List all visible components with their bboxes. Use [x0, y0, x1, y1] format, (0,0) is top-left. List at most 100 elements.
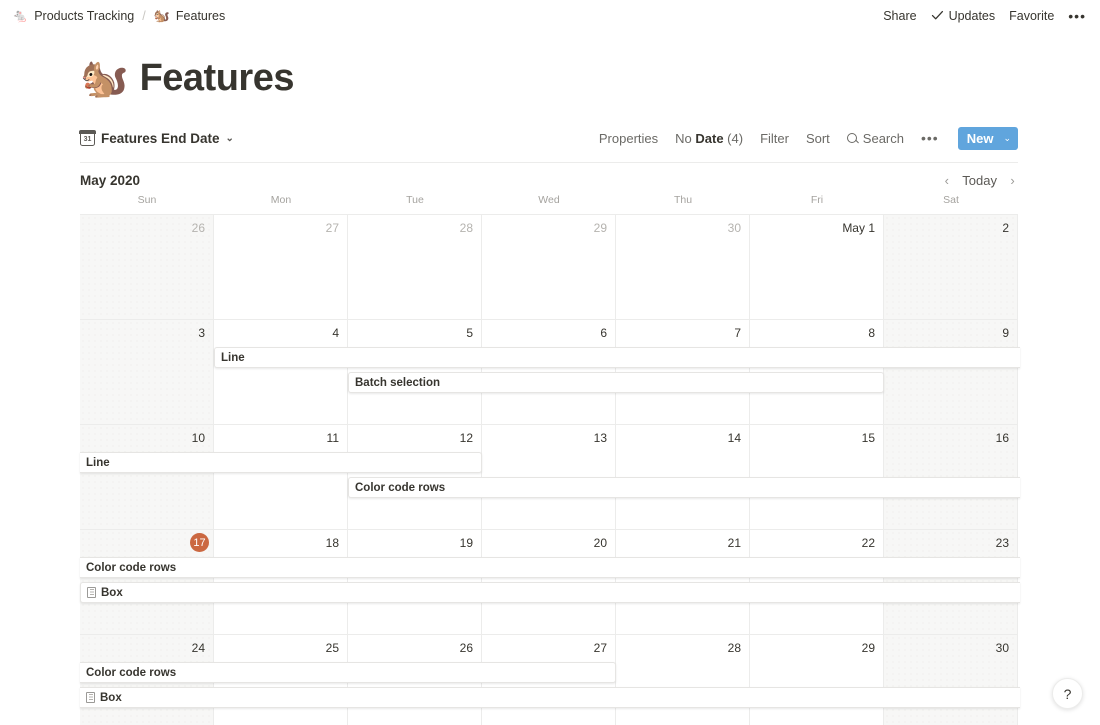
page-header: 🐿️ Features — [0, 31, 1100, 100]
calendar-event-title: Box — [100, 691, 122, 704]
search-label: Search — [862, 130, 904, 146]
calendar-icon: 31 — [79, 129, 96, 146]
day-number: 22 — [861, 536, 875, 550]
breadcrumb-label-products-tracking: Products Tracking — [34, 8, 135, 23]
check-icon — [931, 9, 944, 22]
calendar-day-cell[interactable]: 4 — [214, 320, 348, 424]
calendar: May 2020 ‹ Today › Sun Mon Tue Wed Thu Fri Sat… — [0, 162, 1100, 725]
day-of-week-sat: Sat — [943, 194, 959, 206]
calendar-event[interactable]: Color code rows — [80, 557, 1020, 578]
calendar-day-cell[interactable]: May 1 — [750, 215, 884, 319]
more-options-icon[interactable]: ••• — [1068, 9, 1086, 23]
calendar-event[interactable]: Box — [80, 687, 1020, 708]
calendar-event-title: Color code rows — [86, 666, 177, 679]
prev-month-button[interactable]: ‹ — [941, 173, 952, 188]
calendar-day-cell[interactable]: 3 — [80, 320, 214, 424]
calendar-event[interactable]: Color code rows — [80, 662, 616, 683]
chipmunk-icon: 🐿️ — [153, 8, 170, 23]
day-number: 29 — [861, 641, 875, 655]
search-button[interactable]: Search — [846, 130, 904, 146]
calendar-day-cell[interactable]: 9 — [884, 320, 1018, 424]
calendar-event-title: Box — [101, 586, 123, 599]
breadcrumb: 🐁 Products Tracking / 🐿️ Features — [12, 9, 225, 23]
new-button-label: New — [966, 130, 994, 146]
calendar-event[interactable]: Box — [80, 582, 1020, 603]
day-number: 28 — [459, 221, 473, 235]
day-number: 7 — [734, 326, 741, 340]
calendar-event[interactable]: Line — [214, 347, 1020, 368]
day-number: 23 — [995, 536, 1009, 550]
filter-button[interactable]: Filter — [760, 131, 789, 146]
day-number: 8 — [868, 326, 875, 340]
day-number: 13 — [593, 431, 607, 445]
breadcrumb-item-features[interactable]: 🐿️ Features — [154, 9, 226, 23]
share-label: Share — [883, 8, 917, 23]
calendar-day-cell[interactable]: 26 — [80, 215, 214, 319]
calendar-day-cell[interactable]: 27 — [214, 215, 348, 319]
chevron-down-icon: ⌄ — [225, 132, 234, 144]
updates-button[interactable]: Updates — [931, 8, 996, 23]
calendar-event-title: Line — [221, 351, 245, 364]
day-number: 9 — [1002, 326, 1009, 340]
view-tab-features-end-date[interactable]: 31 Features End Date ⌄ — [79, 129, 234, 146]
share-button[interactable]: Share — [883, 9, 916, 23]
today-button[interactable]: Today — [962, 173, 997, 188]
calendar-day-cell[interactable]: 30 — [884, 635, 1018, 725]
page-title[interactable]: Features — [140, 57, 295, 100]
no-date-count: (4) — [723, 130, 744, 146]
day-number: 15 — [861, 431, 875, 445]
page-icon-chipmunk-icon[interactable]: 🐿️ — [80, 59, 129, 98]
day-number: 26 — [191, 221, 205, 235]
calendar-event-title: Line — [86, 456, 110, 469]
day-number: 5 — [466, 326, 473, 340]
day-number: 11 — [326, 431, 339, 445]
day-number: 21 — [727, 536, 741, 550]
chevron-down-icon: ⌄ — [1003, 132, 1011, 143]
day-of-week-tue: Tue — [406, 194, 424, 206]
day-number: 28 — [727, 641, 741, 655]
no-date-button[interactable]: No Date (4) — [675, 131, 743, 146]
calendar-day-cell[interactable]: 10 — [80, 425, 214, 529]
calendar-day-cell[interactable]: 29 — [750, 635, 884, 725]
calendar-event[interactable]: Line — [80, 452, 482, 473]
no-date-bold: Date — [695, 130, 724, 146]
sort-button[interactable]: Sort — [806, 131, 830, 146]
calendar-day-cell[interactable]: 2 — [884, 215, 1018, 319]
updates-label: Updates — [948, 8, 996, 23]
day-of-week-header: Sun Mon Tue Wed Thu Fri Sat — [80, 194, 1018, 214]
calendar-day-cell[interactable]: 29 — [482, 215, 616, 319]
day-number: 19 — [459, 536, 473, 550]
day-of-week-fri: Fri — [810, 194, 824, 206]
document-icon — [87, 587, 96, 598]
properties-button[interactable]: Properties — [599, 131, 658, 146]
calendar-event[interactable]: Batch selection — [348, 372, 884, 393]
day-number: 26 — [459, 641, 473, 655]
day-number: 14 — [727, 431, 741, 445]
day-number: 24 — [191, 641, 205, 655]
breadcrumb-separator: / — [142, 8, 146, 23]
day-number: 20 — [593, 536, 607, 550]
favorite-button[interactable]: Favorite — [1009, 9, 1054, 23]
calendar-day-cell[interactable]: 11 — [214, 425, 348, 529]
view-more-options-icon[interactable]: ••• — [921, 131, 939, 145]
day-number: 18 — [325, 536, 339, 550]
calendar-day-cell[interactable]: 28 — [348, 215, 482, 319]
day-of-week-thu: Thu — [673, 194, 693, 206]
new-button[interactable]: New ⌄ — [957, 126, 1018, 150]
calendar-day-cell[interactable]: 28 — [616, 635, 750, 725]
top-bar-actions: Share Updates Favorite ••• — [883, 9, 1086, 23]
breadcrumb-item-products-tracking[interactable]: 🐁 Products Tracking — [12, 9, 134, 23]
calendar-nav: ‹ Today › — [941, 173, 1018, 188]
day-number: 6 — [600, 326, 607, 340]
day-number: 30 — [995, 641, 1009, 655]
top-bar: 🐁 Products Tracking / 🐿️ Features Share … — [0, 0, 1100, 31]
calendar-event[interactable]: Color code rows — [348, 477, 1020, 498]
calendar-day-cell[interactable]: 30 — [616, 215, 750, 319]
calendar-event-title: Color code rows — [355, 481, 446, 494]
day-number: 10 — [191, 431, 205, 445]
day-number: 4 — [332, 326, 339, 340]
help-button[interactable]: ? — [1052, 678, 1083, 709]
calendar-week-row: 3 4 5 6 7 8 9 Line Batch selection — [80, 320, 1020, 425]
next-month-button[interactable]: › — [1007, 173, 1018, 188]
calendar-event-title: Color code rows — [86, 561, 177, 574]
